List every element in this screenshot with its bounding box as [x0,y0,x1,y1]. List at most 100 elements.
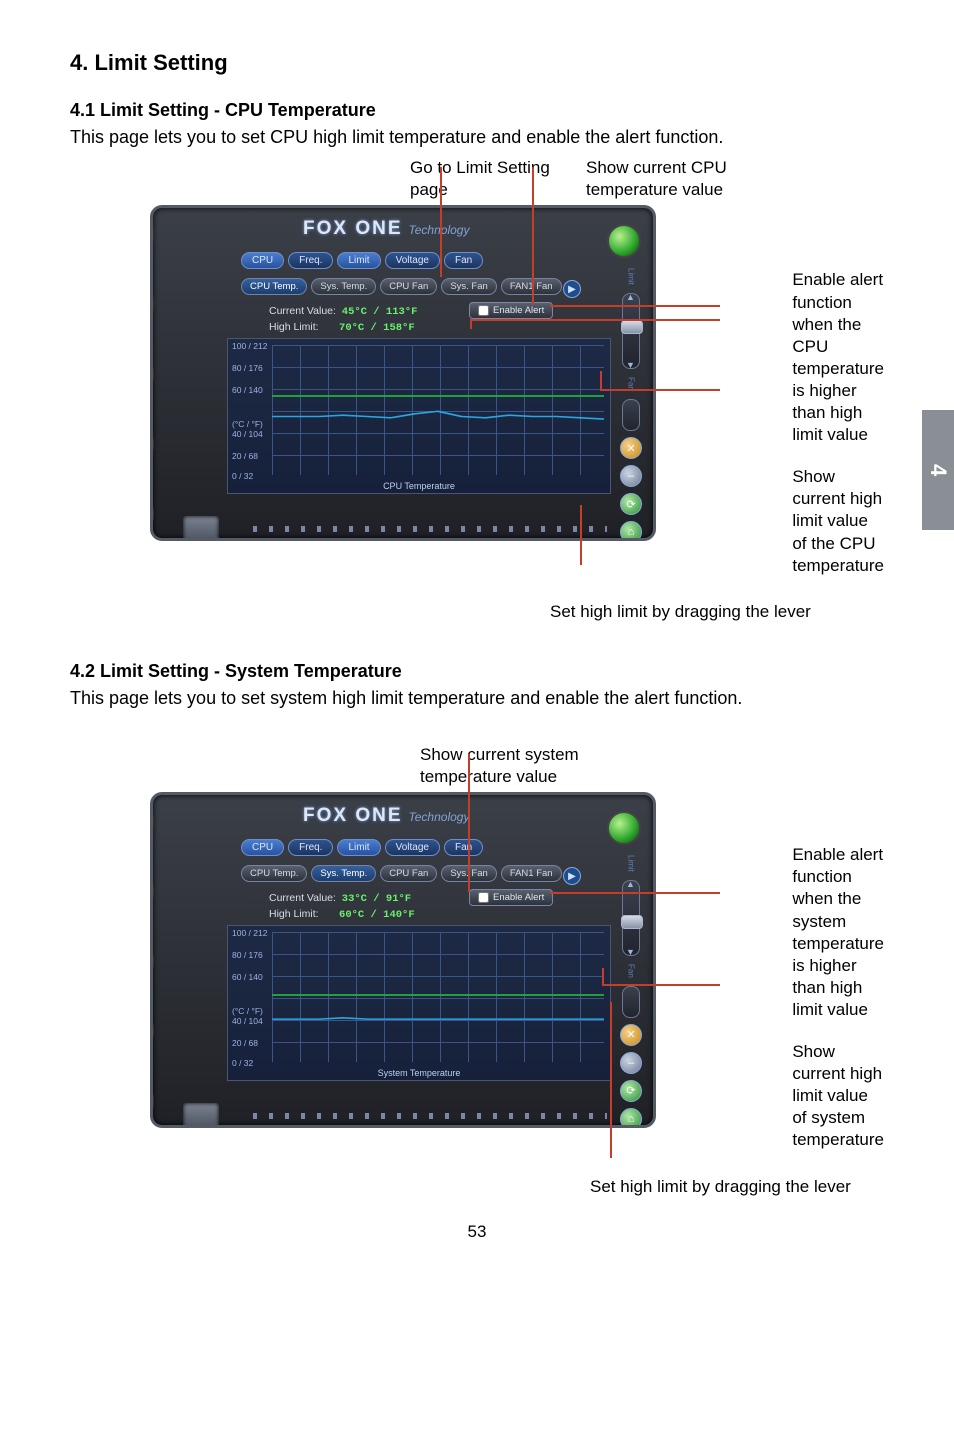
enable-alert-checkbox[interactable]: Enable Alert [469,889,553,906]
gauge-fan: 3685 Fan (rpm) [150,482,154,541]
fan-slider[interactable] [622,986,640,1018]
subtab-scroll-right-icon[interactable]: ▶ [563,867,581,885]
trace-line [272,1018,604,1019]
screenshot-cpu-limit: 3485.0 205 71.0 1.31 Volts (v) 45°C Temp… [80,205,780,541]
callout-enable-alert-1: Enable alert function when the CPU tempe… [792,269,884,446]
subtab-sys-temp[interactable]: Sys. Temp. [311,865,376,882]
sub-heading-1: 4.1 Limit Setting - CPU Temperature [70,100,884,121]
trace-line [272,412,604,420]
temp-trace [272,345,604,475]
gauge-fan: 3667 Fan (rpm) [150,1069,154,1128]
limit-slider-thumb[interactable] [621,915,643,929]
tab-fan[interactable]: Fan [444,839,483,856]
pointer-line [550,892,720,894]
brand-logo: FOX ONETechnology [303,805,469,827]
gauge-settings-icon[interactable] [150,999,154,1063]
blurb-1: This page lets you to set CPU high limit… [70,125,884,149]
limit-slider-thumb[interactable] [621,320,643,334]
pointer-line [532,167,534,305]
pointer-line [550,305,720,307]
callout-show-cpu-value: Show current CPU temperature value [586,157,766,201]
subtab-scroll-right-icon[interactable]: ▶ [563,280,581,298]
close-icon[interactable]: ✕ [620,437,642,459]
sub-tabs: CPU Temp. Sys. Temp. CPU Fan Sys. Fan FA… [241,865,562,882]
gauge-temp: 45°C Temp (°C/°F) [150,342,154,406]
gauge-volts: 1.31 Volts (v) [150,272,154,336]
callout-enable-alert-2: Enable alert function when the system te… [792,844,884,1021]
subtab-cpu-temp[interactable]: CPU Temp. [241,865,307,882]
tab-voltage[interactable]: Voltage [385,252,440,269]
enable-alert-checkbox[interactable]: Enable Alert [469,302,553,319]
sub-tabs: CPU Temp. Sys. Temp. CPU Fan Sys. Fan FA… [241,278,562,295]
power-orb-icon[interactable] [607,811,641,845]
callout-drag-lever-1: Set high limit by dragging the lever [550,601,884,623]
sub-heading-2: 4.2 Limit Setting - System Temperature [70,661,884,682]
callout-high-limit-1: Show current high limit value of the CPU… [792,466,884,576]
pointer-line [602,968,604,986]
close-icon[interactable]: ✕ [620,1024,642,1046]
gauge-strip: 2870.0 205 71.0 1.19 Volts (v) 36°C Temp… [150,792,155,1128]
refresh-icon[interactable]: ⟳ [620,1080,642,1102]
tab-cpu[interactable]: CPU [241,252,284,269]
pointer-line [468,754,470,892]
enable-alert-input[interactable] [478,305,489,316]
callout-high-limit-2: Show current high limit value of system … [792,1041,884,1151]
refresh-icon[interactable]: ⟳ [620,493,642,515]
resize-grip-icon [253,1113,607,1119]
section-title: 4. Limit Setting [70,50,884,76]
tab-fan[interactable]: Fan [444,252,483,269]
right-side-controls: Limit ▲ ▼ Fan ✕ – ⟳ ⌂ [619,853,643,1128]
brand-logo: FOX ONETechnology [303,218,469,240]
chart-cpu-temp: 100 / 212 80 / 176 60 / 140 40 / 104 20 … [227,338,611,494]
minimize-icon[interactable]: – [620,1052,642,1074]
home-icon[interactable]: ⌂ [620,1108,642,1128]
hinge-decoration [183,1103,219,1128]
power-orb-icon[interactable] [607,224,641,258]
top-tabs: CPU Freq. Limit Voltage Fan [241,252,483,269]
gauge-strip: 3485.0 205 71.0 1.31 Volts (v) 45°C Temp… [150,205,155,541]
right-side-controls: Limit ▲ ▼ Fan ✕ – ⟳ ⌂ [619,266,643,541]
gauge-freq: 3485.0 205 71.0 [150,205,154,266]
tab-freq[interactable]: Freq. [288,252,333,269]
pointer-line [600,371,602,391]
page-number: 53 [70,1222,884,1242]
tab-voltage[interactable]: Voltage [385,839,440,856]
subtab-sys-temp[interactable]: Sys. Temp. [311,278,376,295]
enable-alert-input[interactable] [478,892,489,903]
pointer-line [610,1002,612,1158]
pointer-line [440,167,442,277]
pointer-line [580,505,582,565]
callout-drag-lever-2: Set high limit by dragging the lever [590,1176,884,1198]
tab-freq[interactable]: Freq. [288,839,333,856]
value-readout: Current Value: 45°C / 113°F High Limit: … [269,304,417,335]
blurb-2: This page lets you to set system high li… [70,686,884,710]
pointer-line [470,319,720,321]
callout-goto-limit: Go to Limit Setting page [410,157,550,201]
temp-trace [272,932,604,1062]
subtab-cpu-temp[interactable]: CPU Temp. [241,278,307,295]
gauge-temp: 36°C Temp (°C/°F) [150,929,154,993]
callout-show-sys-value: Show current system temperature value [420,744,630,788]
screenshot-sys-limit: 2870.0 205 71.0 1.19 Volts (v) 36°C Temp… [80,792,780,1128]
top-tabs: CPU Freq. Limit Voltage Fan [241,839,483,856]
tab-limit[interactable]: Limit [337,252,380,269]
subtab-sys-fan[interactable]: Sys. Fan [441,278,497,295]
chart-sys-temp: 100 / 212 80 / 176 60 / 140 40 / 104 20 … [227,925,611,1081]
pointer-line [602,984,720,986]
hinge-decoration [183,516,219,541]
tab-limit[interactable]: Limit [337,839,380,856]
pointer-line [600,389,720,391]
pointer-line [470,319,472,329]
page-side-tab: 4 [922,410,954,530]
minimize-icon[interactable]: – [620,465,642,487]
gauge-volts: 1.19 Volts (v) [150,859,154,923]
subtab-cpu-fan[interactable]: CPU Fan [380,865,437,882]
subtab-fan1[interactable]: FAN1 Fan [501,865,562,882]
resize-grip-icon [253,526,607,532]
subtab-cpu-fan[interactable]: CPU Fan [380,278,437,295]
fan-slider[interactable] [622,399,640,431]
gauge-settings-icon[interactable] [150,412,154,476]
home-icon[interactable]: ⌂ [620,521,642,541]
gauge-freq: 2870.0 205 71.0 [150,792,154,853]
tab-cpu[interactable]: CPU [241,839,284,856]
